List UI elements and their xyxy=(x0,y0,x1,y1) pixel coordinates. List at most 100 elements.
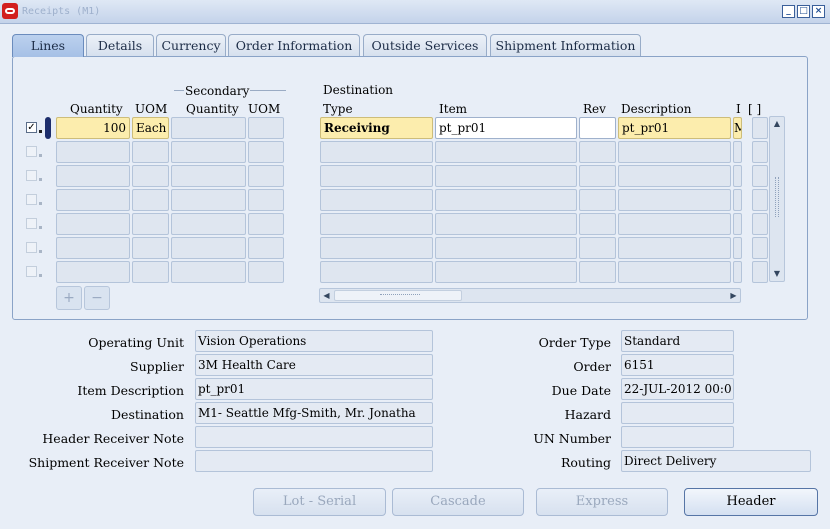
destination-field[interactable]: M1- Seattle Mfg-Smith, Mr. Jonatha xyxy=(195,402,433,424)
scroll-right-icon[interactable]: ▶ xyxy=(727,289,740,302)
i-cell[interactable] xyxy=(733,165,742,187)
destination-type-cell[interactable] xyxy=(320,165,433,187)
item-cell[interactable] xyxy=(435,189,577,211)
item-cell[interactable] xyxy=(435,141,577,163)
folder-bracket-header[interactable]: [ ] xyxy=(748,102,761,116)
tab-order-information[interactable]: Order Information xyxy=(228,34,360,56)
description-cell[interactable] xyxy=(618,237,731,259)
scroll-up-icon[interactable]: ▲ xyxy=(770,117,784,131)
quantity-cell[interactable] xyxy=(56,261,130,283)
un-number-field[interactable] xyxy=(621,426,734,448)
uom-cell[interactable] xyxy=(132,189,169,211)
uom-cell[interactable] xyxy=(132,237,169,259)
folder-cell[interactable] xyxy=(752,213,768,235)
description-cell[interactable] xyxy=(618,141,731,163)
tab-lines[interactable]: Lines xyxy=(12,34,84,57)
item-cell[interactable] xyxy=(435,261,577,283)
description-cell[interactable] xyxy=(618,189,731,211)
minimize-icon[interactable]: _ xyxy=(782,5,795,18)
item-description-field[interactable]: pt_pr01 xyxy=(195,378,433,400)
secondary-quantity-cell[interactable] xyxy=(171,165,246,187)
secondary-uom-cell[interactable] xyxy=(248,165,284,187)
secondary-uom-cell[interactable] xyxy=(248,261,284,283)
uom-cell[interactable] xyxy=(132,165,169,187)
description-cell[interactable] xyxy=(618,261,731,283)
i-cell[interactable] xyxy=(733,213,742,235)
quantity-cell[interactable] xyxy=(56,237,130,259)
header-receiver-note-field[interactable] xyxy=(195,426,433,448)
folder-cell[interactable] xyxy=(752,165,768,187)
description-cell[interactable] xyxy=(618,213,731,235)
destination-type-cell[interactable] xyxy=(320,141,433,163)
row-select-checkbox[interactable] xyxy=(26,266,37,277)
quantity-cell[interactable] xyxy=(56,189,130,211)
i-cell[interactable] xyxy=(733,237,742,259)
secondary-quantity-cell[interactable] xyxy=(171,213,246,235)
uom-cell[interactable] xyxy=(132,213,169,235)
secondary-quantity-cell[interactable] xyxy=(171,141,246,163)
quantity-cell[interactable]: 100 xyxy=(56,117,130,139)
row-select-checkbox[interactable] xyxy=(26,146,37,157)
i-cell[interactable] xyxy=(733,261,742,283)
maximize-icon[interactable]: □ xyxy=(797,5,810,18)
uom-cell[interactable] xyxy=(132,261,169,283)
rev-cell[interactable] xyxy=(579,261,616,283)
express-button[interactable]: Express xyxy=(536,488,668,516)
folder-cell[interactable] xyxy=(752,141,768,163)
row-select-checkbox[interactable]: ✓ xyxy=(26,122,37,133)
item-cell[interactable] xyxy=(435,213,577,235)
secondary-quantity-cell[interactable] xyxy=(171,237,246,259)
secondary-uom-cell[interactable] xyxy=(248,213,284,235)
folder-cell[interactable] xyxy=(752,261,768,283)
quantity-cell[interactable] xyxy=(56,141,130,163)
close-icon[interactable]: × xyxy=(812,5,825,18)
operating-unit-field[interactable]: Vision Operations xyxy=(195,330,433,352)
folder-cell[interactable] xyxy=(752,189,768,211)
description-cell[interactable]: pt_pr01 xyxy=(618,117,731,139)
secondary-uom-cell[interactable] xyxy=(248,237,284,259)
row-select-checkbox[interactable] xyxy=(26,170,37,181)
i-cell[interactable] xyxy=(733,141,742,163)
secondary-uom-cell[interactable] xyxy=(248,117,284,139)
order-field[interactable]: 6151 xyxy=(621,354,734,376)
destination-type-cell[interactable] xyxy=(320,189,433,211)
rev-cell[interactable] xyxy=(579,213,616,235)
tab-outside-services[interactable]: Outside Services xyxy=(363,34,487,56)
order-type-field[interactable]: Standard xyxy=(621,330,734,352)
folder-cell[interactable] xyxy=(752,237,768,259)
scroll-thumb[interactable] xyxy=(334,290,462,301)
rev-cell[interactable] xyxy=(579,237,616,259)
uom-cell[interactable]: Each xyxy=(132,117,169,139)
quantity-cell[interactable] xyxy=(56,165,130,187)
secondary-uom-cell[interactable] xyxy=(248,141,284,163)
i-cell[interactable] xyxy=(733,189,742,211)
rev-cell[interactable] xyxy=(579,117,616,139)
vertical-scrollbar[interactable]: ▲ ▼ xyxy=(769,116,785,282)
routing-field[interactable]: Direct Delivery xyxy=(621,450,811,472)
header-button[interactable]: Header xyxy=(684,488,818,516)
supplier-field[interactable]: 3M Health Care xyxy=(195,354,433,376)
destination-type-cell[interactable] xyxy=(320,213,433,235)
destination-type-cell[interactable]: Receiving xyxy=(320,117,433,139)
shipment-receiver-note-field[interactable] xyxy=(195,450,433,472)
row-select-checkbox[interactable] xyxy=(26,194,37,205)
scroll-left-icon[interactable]: ◀ xyxy=(320,289,333,302)
row-select-checkbox[interactable] xyxy=(26,218,37,229)
rev-cell[interactable] xyxy=(579,141,616,163)
tab-currency[interactable]: Currency xyxy=(156,34,226,56)
due-date-field[interactable]: 22-JUL-2012 00:0 xyxy=(621,378,734,400)
hazard-field[interactable] xyxy=(621,402,734,424)
uom-cell[interactable] xyxy=(132,141,169,163)
lot-serial-button[interactable]: Lot - Serial xyxy=(253,488,386,516)
item-cell[interactable] xyxy=(435,165,577,187)
secondary-quantity-cell[interactable] xyxy=(171,261,246,283)
horizontal-scrollbar[interactable]: ◀ ▶ xyxy=(319,288,741,303)
remove-row-button[interactable]: − xyxy=(84,286,110,310)
secondary-uom-cell[interactable] xyxy=(248,189,284,211)
secondary-quantity-cell[interactable] xyxy=(171,117,246,139)
secondary-quantity-cell[interactable] xyxy=(171,189,246,211)
tab-shipment-information[interactable]: Shipment Information xyxy=(490,34,641,56)
description-cell[interactable] xyxy=(618,165,731,187)
tab-details[interactable]: Details xyxy=(86,34,154,56)
scroll-down-icon[interactable]: ▼ xyxy=(770,267,784,281)
